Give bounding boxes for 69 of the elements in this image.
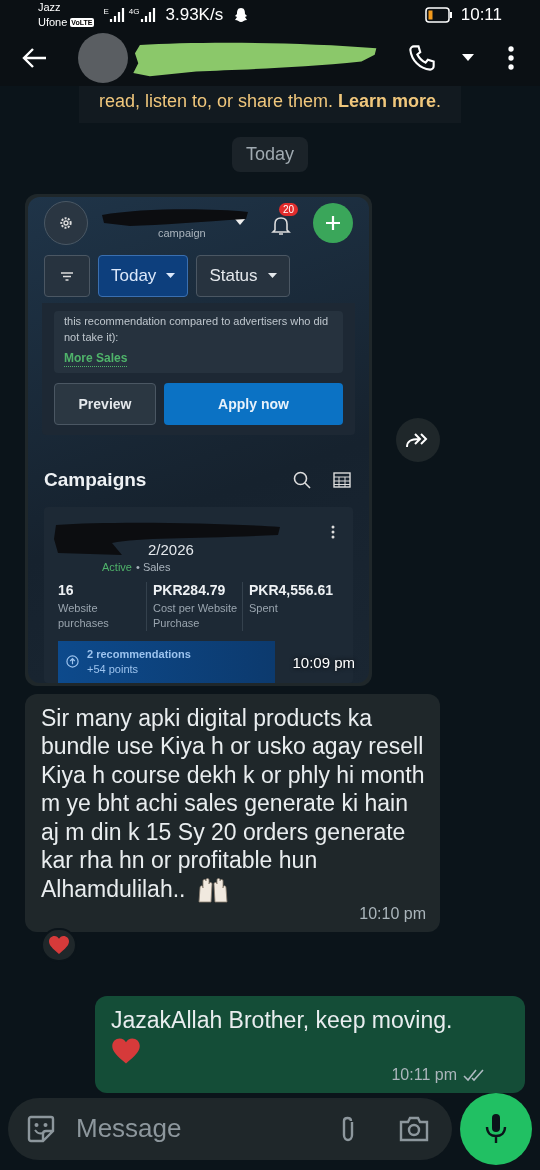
heart-icon [48,935,70,956]
plus-icon [325,215,341,231]
preview-button[interactable]: Preview [54,383,156,425]
metric-label: Cost per Website Purchase [153,600,238,631]
raised-hands-icon [195,876,230,905]
caret-icon[interactable] [462,54,474,62]
message-text: Sir many apki digital products ka bundle use Kiya h or usko agay resell Kiya h course dekh k or phly hi month m ye bht achi sales generate ki hain aj m din k 15 Sy 20 orders generate kar rha hn or profitable hun Alhamdulilah.. [41,703,426,905]
campaign-date: 2/2026 [148,541,194,559]
apply-button[interactable]: Apply now [164,383,343,425]
filter-icon [61,271,73,281]
account-subtitle: campaign [158,227,206,240]
ghost-icon [233,7,250,23]
signal-icon [139,7,156,23]
caret-icon [166,273,176,279]
metric-label: Spent [249,600,279,616]
message-bubble[interactable] [25,693,440,933]
metric-label: Website purchases [58,600,110,631]
settings-button[interactable] [44,201,88,245]
recommendations-points: +54 points [87,661,140,677]
battery-icon [424,7,453,23]
filter-dropdown[interactable]: Status [196,255,290,297]
phone-icon[interactable] [408,44,436,72]
upload-icon [66,655,79,668]
encryption-notice: read, listen to, or share them. Learn more. [78,86,462,123]
message-field[interactable]: Message [76,1109,338,1149]
message-bubble[interactable]: JazakAllah Brother, keep moving. 10:11 pm [95,996,525,1093]
campaign-status: Active [102,560,132,575]
network-speed: 3.93K/s [165,4,224,27]
recommendations-count: 2 recommendations [87,646,191,662]
network-type: E [103,7,109,16]
message-time: 10:10 pm [359,904,426,925]
recommendations-banner[interactable]: 2 recommendations +54 points [58,640,275,683]
recommendation-text: this recommendation compared to advertisers who did not take it): [64,314,330,345]
message-time: 10:11 pm [391,1064,457,1085]
microphone-icon [485,1112,507,1145]
add-button[interactable] [313,203,353,243]
message-time: 10:09 pm [292,653,355,673]
table-icon[interactable] [333,472,351,488]
carrier-name: Ufone [38,15,68,30]
metric-value: PKR4,556.61 [249,581,335,599]
section-title: Campaigns [44,467,148,492]
caret-icon [267,273,277,279]
notification-badge: 20 [279,203,299,216]
search-icon[interactable] [293,471,311,489]
metric-value: 16 [58,581,75,599]
more-icon[interactable] [331,525,335,539]
learn-more-link[interactable]: Learn more [338,91,437,111]
more-icon[interactable] [508,46,514,70]
signal-icon [108,7,125,23]
camera-icon[interactable] [398,1114,430,1143]
back-icon[interactable] [22,47,48,69]
image-message-bubble[interactable] [25,194,372,686]
message-text: JazakAllah Brother, keep moving. [111,1006,485,1065]
date-chip: Today [231,137,308,172]
caret-icon[interactable] [235,219,245,227]
sticker-icon[interactable] [26,1113,56,1144]
filter-dropdown[interactable]: Today [98,255,189,297]
heart-icon [111,1036,141,1065]
message-input[interactable]: Message [8,1097,452,1160]
carrier-name: Jazz [38,0,62,15]
clock: 10:11 [460,4,502,27]
network-type: 4G [128,7,140,16]
forward-button[interactable] [396,417,440,462]
more-sales-link[interactable]: More Sales [64,350,128,367]
contact-avatar[interactable] [78,33,128,83]
settings-icon [58,215,74,231]
filter-button[interactable] [44,255,90,297]
metric-value: PKR284.79 [153,581,227,599]
campaign-objective: • Sales [135,560,171,575]
